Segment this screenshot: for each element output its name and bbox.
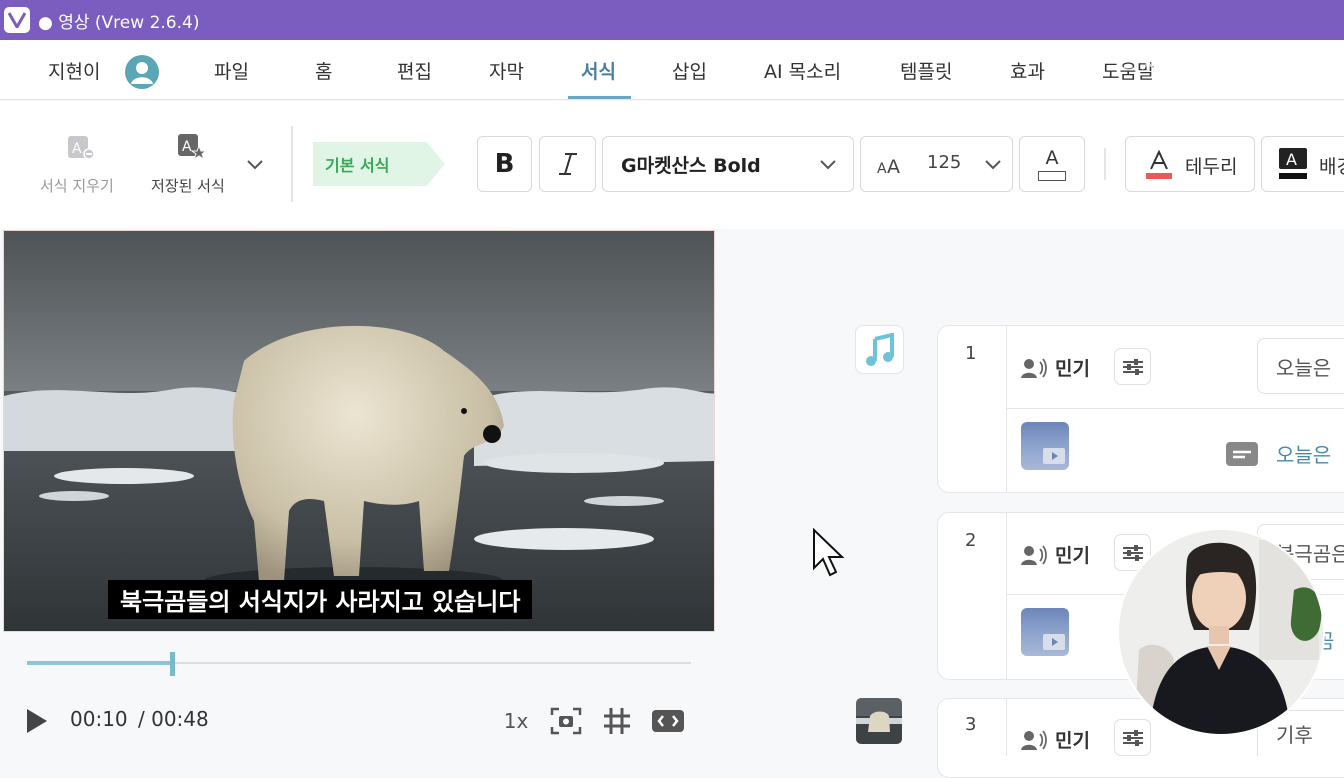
voice-person-icon [1021,544,1047,565]
italic-button[interactable] [539,136,596,192]
background-button[interactable]: A 배경 [1261,136,1344,192]
title-bar: ● 영상 (Vrew 2.6.4) [0,0,1344,40]
clip-thumbnail[interactable] [1021,422,1069,470]
background-music-button[interactable] [855,325,904,374]
background-label: 배경 [1319,156,1344,178]
svg-text:A: A [887,156,900,177]
screenshot-icon[interactable] [548,704,584,738]
progress-fill [27,661,170,665]
aspect-ratio-icon[interactable] [650,704,686,738]
clip-number: 3 [965,714,977,735]
grid-icon[interactable] [600,704,634,738]
font-family-select[interactable]: G마켓산스 Bold [602,136,854,192]
font-size-value: 125 [927,152,962,173]
speaker-name: 민기 [1055,730,1090,752]
outline-button[interactable]: 테두리 [1125,136,1255,192]
total-time: / 00:48 [138,707,209,731]
clear-format-label[interactable]: 서식 지우기 [40,175,114,196]
window-title: ● 영상 (Vrew 2.6.4) [38,12,200,33]
svg-text:A: A [182,139,192,155]
font-size-icon: AA [877,156,900,177]
menu-template[interactable]: 템플릿 [900,57,952,84]
clip-number: 2 [965,530,977,551]
outline-label: 테두리 [1185,156,1238,178]
svg-text:A: A [72,141,82,157]
play-icon[interactable] [27,709,47,733]
svg-text:A: A [1286,150,1297,169]
subtitle-icon [1226,441,1258,466]
menu-format[interactable]: 서식 [581,57,616,84]
video-preview[interactable] [3,230,715,632]
text-color-button[interactable]: A [1019,136,1085,192]
menu-insert[interactable]: 삽입 [672,57,707,84]
menu-home[interactable]: 홈 [315,57,332,84]
toolbar-divider [291,126,293,202]
italic-icon [558,153,577,175]
menu-effect[interactable]: 효과 [1010,57,1045,84]
background-icon: A [1279,148,1307,179]
clip-number: 1 [965,343,977,364]
svg-text:A: A [877,161,887,177]
text-color-swatch [1038,170,1066,181]
subtitle-line[interactable]: 오늘은 [1226,439,1331,468]
speaker-selector[interactable]: 민기 [1021,541,1090,568]
bold-button[interactable]: B [477,136,532,192]
saved-format-icon[interactable]: A [177,132,208,166]
clear-format-icon[interactable]: A [67,134,95,166]
font-size-chevron-down-icon [985,160,1001,170]
voice-settings-button[interactable] [1114,348,1151,385]
music-note-icon [865,332,894,366]
toolbar-divider-2 [1104,148,1106,180]
sliders-icon [1122,729,1143,746]
menu-edit[interactable]: 편집 [397,57,432,84]
clip-text-input[interactable]: 오늘은 [1257,338,1344,394]
channel-watermark: 디지털거북이 [1118,50,1251,78]
speaker-selector[interactable]: 민기 [1021,726,1090,753]
sliders-icon [1122,544,1143,561]
menu-ai-voice[interactable]: AI 목소리 [764,57,841,84]
subtitle-caption[interactable]: 북극곰들의 서식지가 사라지고 있습니다 [108,580,533,619]
current-time: 00:10 [70,707,128,731]
clip-divider [1006,326,1007,492]
clip-thumbnail[interactable] [1021,608,1069,656]
presenter-webcam [1117,528,1325,736]
saved-format-chevron-down-icon[interactable] [246,156,264,175]
clip-row-divider [1006,408,1344,409]
speaker-name: 민기 [1055,358,1090,380]
voice-person-icon [1021,729,1047,750]
mouse-cursor-icon [812,527,848,582]
menu-file[interactable]: 파일 [214,57,249,84]
voice-settings-button[interactable] [1114,719,1151,756]
user-name[interactable]: 지현이 [48,57,100,84]
sliders-icon [1122,358,1143,375]
progress-handle[interactable] [170,652,175,676]
font-chevron-down-icon [820,160,836,170]
polar-bear-frame [4,231,714,631]
playback-speed-button[interactable]: 1x [500,704,532,738]
clip-3-scene-thumbnail[interactable] [856,698,902,744]
clip-divider [1006,513,1007,679]
outline-icon [1146,149,1172,179]
speaker-name: 민기 [1055,545,1090,567]
user-avatar-icon[interactable] [125,55,159,89]
base-style-tag[interactable]: 기본 서식 [313,142,445,186]
clip-divider [1006,699,1007,756]
font-family-value: G마켓산스 Bold [621,154,761,177]
text-color-glyph: A [1045,146,1059,169]
speaker-selector[interactable]: 민기 [1021,354,1090,381]
video-icon [1043,448,1065,464]
menu-subtitle[interactable]: 자막 [489,57,524,84]
app-logo-icon [4,7,30,33]
saved-format-label[interactable]: 저장된 서식 [151,175,225,196]
subtitle-text: 오늘은 [1276,443,1332,467]
voice-person-icon [1021,357,1047,378]
active-tab-indicator [568,96,631,99]
video-icon [1043,634,1065,650]
font-size-select[interactable]: AA 125 [860,136,1013,192]
